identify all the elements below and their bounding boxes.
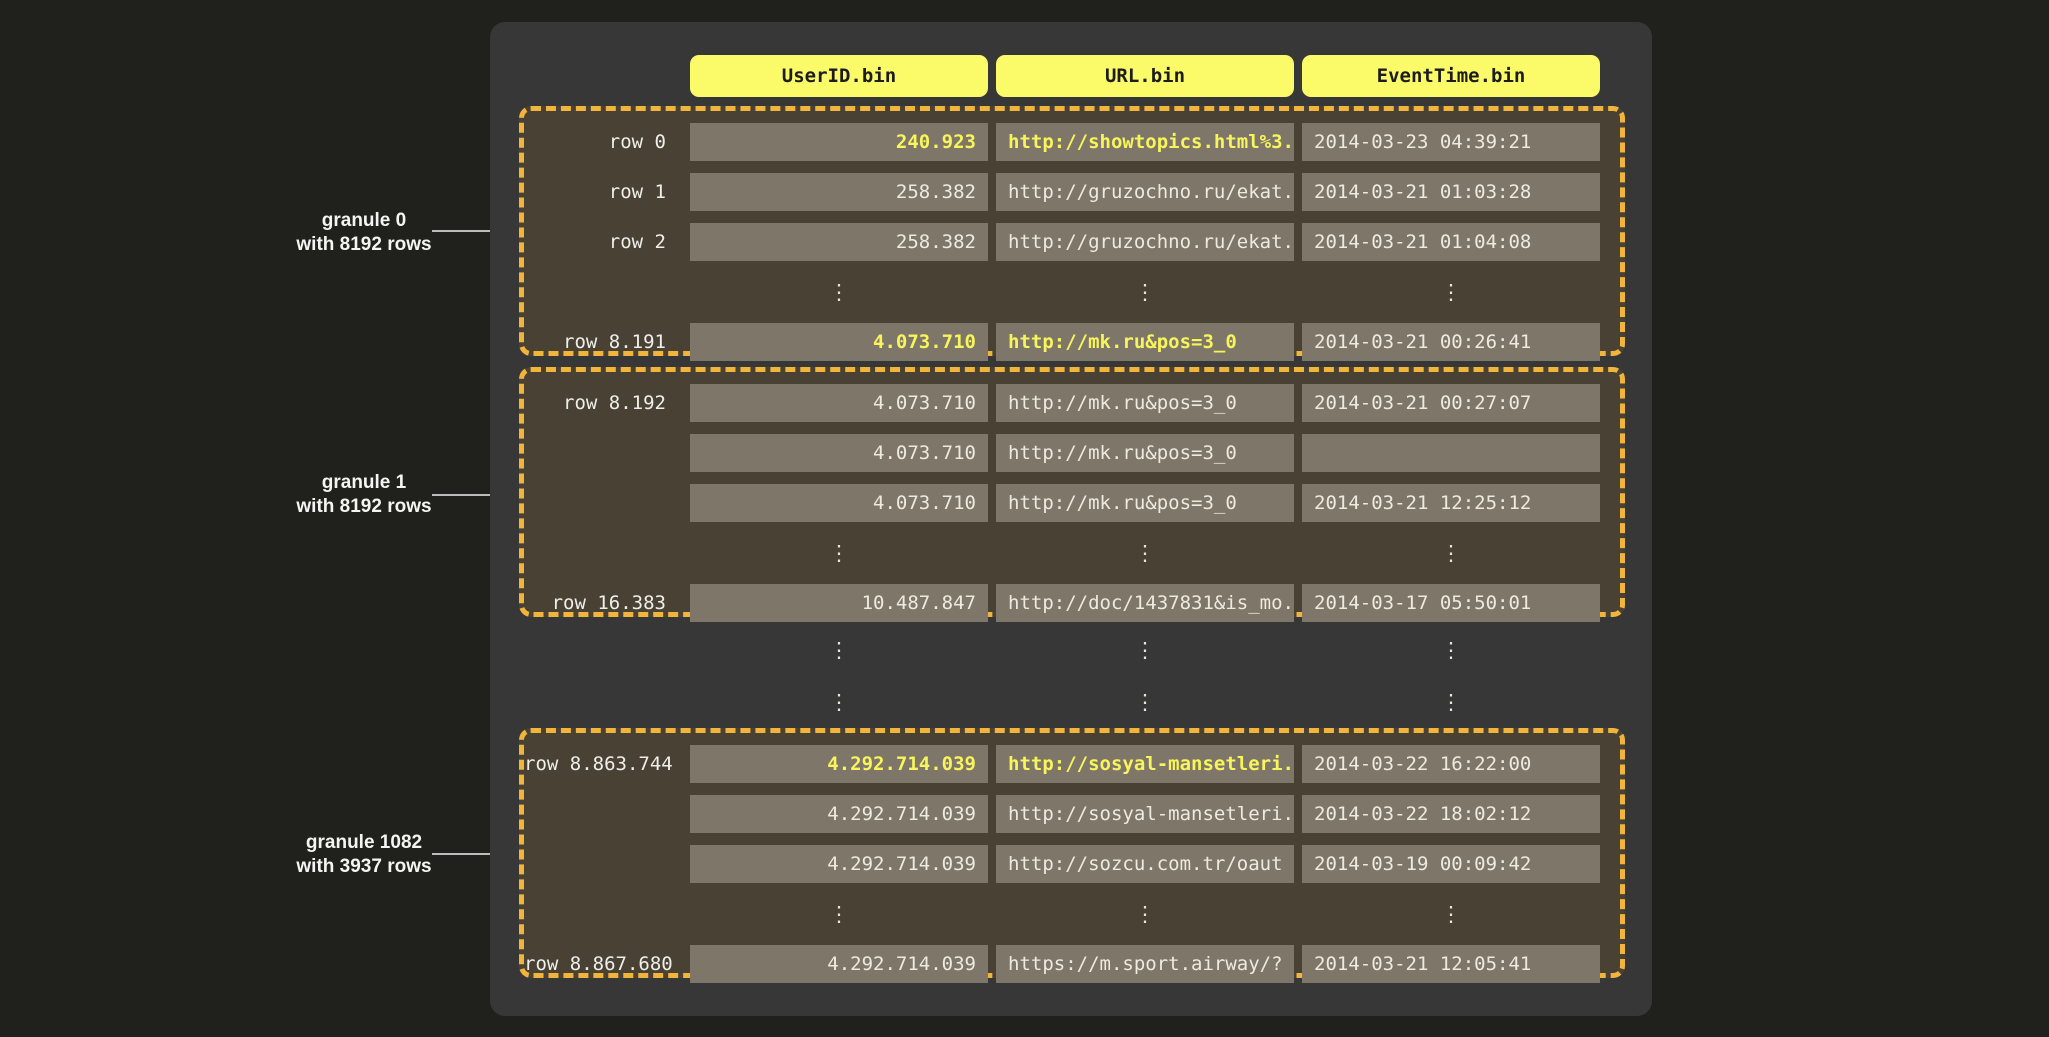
column-files-panel: UserID.bin URL.bin EventTime.bin row 0 2… xyxy=(490,22,1652,1016)
table-row: row 1 258.382 http://gruzochno.ru/ekat..… xyxy=(524,173,1620,211)
panel-ellipsis-row: ⋮ ⋮ ⋮ xyxy=(519,683,1625,721)
table-row: 4.073.710 http://mk.ru&pos=3_0 2014-03-2… xyxy=(524,484,1620,522)
vertical-ellipsis: ⋮ xyxy=(1302,273,1600,311)
row-label xyxy=(524,434,682,472)
vertical-ellipsis: ⋮ xyxy=(690,273,988,311)
granule-1082-label-line2: with 3937 rows xyxy=(214,855,514,879)
table-row: row 8.867.680 4.292.714.039 https://m.sp… xyxy=(524,945,1620,983)
url-cell: http://mk.ru&pos=3_0 xyxy=(996,323,1294,361)
column-header-url-bin: URL.bin xyxy=(996,55,1294,97)
url-cell: http://sosyal-mansetleri... xyxy=(996,795,1294,833)
column-header-userid-bin: UserID.bin xyxy=(690,55,988,97)
eventtime-cell: 2014-03-21 12:05:41 xyxy=(1302,945,1600,983)
ellipsis-row: ⋮ ⋮ ⋮ xyxy=(524,534,1620,572)
vertical-ellipsis: ⋮ xyxy=(996,534,1294,572)
ellipsis-row: ⋮ ⋮ ⋮ xyxy=(524,895,1620,933)
vertical-ellipsis: ⋮ xyxy=(1302,534,1600,572)
granule-1082-label: granule 1082 with 3937 rows xyxy=(214,831,514,879)
granule-0-label-line2: with 8192 rows xyxy=(214,233,514,257)
eventtime-cell: 2014-03-21 01:03:28 xyxy=(1302,173,1600,211)
url-cell: http://mk.ru&pos=3_0 xyxy=(996,434,1294,472)
granule-0-label: granule 0 with 8192 rows xyxy=(214,209,514,257)
userid-cell: 10.487.847 xyxy=(690,584,988,622)
table-row: 4.292.714.039 http://sozcu.com.tr/oaut 2… xyxy=(524,845,1620,883)
eventtime-cell: 2014-03-17 05:50:01 xyxy=(1302,584,1600,622)
vertical-ellipsis: ⋮ xyxy=(1302,683,1600,721)
row-label: row 8.192 xyxy=(524,384,682,422)
table-row: 4.073.710 http://mk.ru&pos=3_0 xyxy=(524,434,1620,472)
url-cell: http://mk.ru&pos=3_0 xyxy=(996,384,1294,422)
vertical-ellipsis: ⋮ xyxy=(996,683,1294,721)
url-cell: https://m.sport.airway/? xyxy=(996,945,1294,983)
vertical-ellipsis: ⋮ xyxy=(996,631,1294,669)
panel-ellipsis-row: ⋮ ⋮ ⋮ xyxy=(519,631,1625,669)
userid-cell: 4.073.710 xyxy=(690,484,988,522)
userid-cell: 4.073.710 xyxy=(690,384,988,422)
vertical-ellipsis: ⋮ xyxy=(996,895,1294,933)
eventtime-cell: 2014-03-22 18:02:12 xyxy=(1302,795,1600,833)
userid-cell: 4.073.710 xyxy=(690,323,988,361)
vertical-ellipsis: ⋮ xyxy=(996,273,1294,311)
url-cell: http://gruzochno.ru/ekat... xyxy=(996,223,1294,261)
granule-1-box: row 8.192 4.073.710 http://mk.ru&pos=3_0… xyxy=(519,367,1625,617)
column-headers: UserID.bin URL.bin EventTime.bin xyxy=(519,55,1625,97)
granules-diagram: granule 0 with 8192 rows granule 1 with … xyxy=(0,0,2049,1037)
eventtime-cell: 2014-03-19 00:09:42 xyxy=(1302,845,1600,883)
vertical-ellipsis: ⋮ xyxy=(690,534,988,572)
eventtime-cell-empty xyxy=(1302,434,1600,472)
eventtime-cell: 2014-03-21 00:27:07 xyxy=(1302,384,1600,422)
row-label: row 8.191 xyxy=(524,323,682,361)
userid-cell: 4.073.710 xyxy=(690,434,988,472)
eventtime-cell: 2014-03-22 16:22:00 xyxy=(1302,745,1600,783)
granule-1-label-line2: with 8192 rows xyxy=(214,495,514,519)
granule-0-box: row 0 240.923 http://showtopics.html%3..… xyxy=(519,106,1625,356)
url-cell: http://showtopics.html%3... xyxy=(996,123,1294,161)
row-label: row 1 xyxy=(524,173,682,211)
eventtime-cell: 2014-03-21 00:26:41 xyxy=(1302,323,1600,361)
userid-cell: 240.923 xyxy=(690,123,988,161)
table-row: row 0 240.923 http://showtopics.html%3..… xyxy=(524,123,1620,161)
userid-cell: 4.292.714.039 xyxy=(690,945,988,983)
row-label: row 2 xyxy=(524,223,682,261)
granule-1-label-line1: granule 1 xyxy=(214,471,514,495)
row-label xyxy=(524,845,682,883)
vertical-ellipsis: ⋮ xyxy=(690,683,988,721)
table-row: 4.292.714.039 http://sosyal-mansetleri..… xyxy=(524,795,1620,833)
vertical-ellipsis: ⋮ xyxy=(690,631,988,669)
eventtime-cell: 2014-03-21 12:25:12 xyxy=(1302,484,1600,522)
row-label: row 16.383 xyxy=(524,584,682,622)
vertical-ellipsis: ⋮ xyxy=(690,895,988,933)
header-spacer xyxy=(524,55,682,97)
row-label: row 8.863.744 xyxy=(524,745,682,783)
userid-cell: 4.292.714.039 xyxy=(690,795,988,833)
userid-cell: 4.292.714.039 xyxy=(690,745,988,783)
vertical-ellipsis: ⋮ xyxy=(1302,895,1600,933)
eventtime-cell: 2014-03-23 04:39:21 xyxy=(1302,123,1600,161)
userid-cell: 258.382 xyxy=(690,173,988,211)
url-cell: http://doc/1437831&is_mo... xyxy=(996,584,1294,622)
table-row: row 8.192 4.073.710 http://mk.ru&pos=3_0… xyxy=(524,384,1620,422)
table-row: row 2 258.382 http://gruzochno.ru/ekat..… xyxy=(524,223,1620,261)
row-label: row 8.867.680 xyxy=(524,945,682,983)
table-row: row 8.191 4.073.710 http://mk.ru&pos=3_0… xyxy=(524,323,1620,361)
row-label: row 0 xyxy=(524,123,682,161)
url-cell: http://gruzochno.ru/ekat... xyxy=(996,173,1294,211)
userid-cell: 4.292.714.039 xyxy=(690,845,988,883)
row-label xyxy=(524,484,682,522)
table-row: row 16.383 10.487.847 http://doc/1437831… xyxy=(524,584,1620,622)
url-cell: http://mk.ru&pos=3_0 xyxy=(996,484,1294,522)
url-cell: http://sozcu.com.tr/oaut xyxy=(996,845,1294,883)
ellipsis-row: ⋮ ⋮ ⋮ xyxy=(524,273,1620,311)
eventtime-cell: 2014-03-21 01:04:08 xyxy=(1302,223,1600,261)
granule-1082-box: row 8.863.744 4.292.714.039 http://sosya… xyxy=(519,728,1625,978)
table-row: row 8.863.744 4.292.714.039 http://sosya… xyxy=(524,745,1620,783)
row-label xyxy=(524,795,682,833)
url-cell: http://sosyal-mansetleri... xyxy=(996,745,1294,783)
column-header-eventtime-bin: EventTime.bin xyxy=(1302,55,1600,97)
userid-cell: 258.382 xyxy=(690,223,988,261)
vertical-ellipsis: ⋮ xyxy=(1302,631,1600,669)
granule-1082-label-line1: granule 1082 xyxy=(214,831,514,855)
